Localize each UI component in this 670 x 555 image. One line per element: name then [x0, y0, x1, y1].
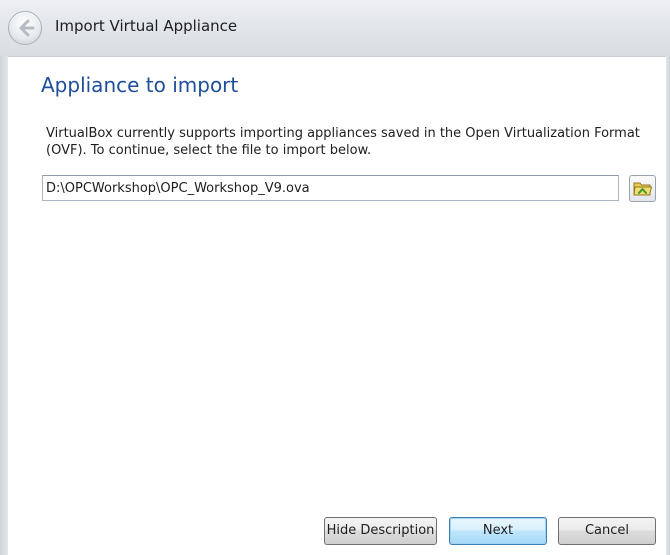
- page-title: Appliance to import: [41, 73, 239, 97]
- title-bar: Import Virtual Appliance: [0, 0, 670, 57]
- window-title: Import Virtual Appliance: [55, 17, 238, 35]
- hide-description-button[interactable]: Hide Description: [324, 517, 437, 545]
- cancel-button[interactable]: Cancel: [558, 517, 656, 545]
- back-button[interactable]: [8, 11, 42, 45]
- window-frame-right: [666, 56, 670, 555]
- page-description: VirtualBox currently supports importing …: [46, 126, 640, 158]
- wizard-page: Appliance to import VirtualBox currently…: [8, 57, 666, 555]
- file-path-input[interactable]: [42, 175, 619, 201]
- next-button[interactable]: Next: [449, 517, 547, 545]
- window-frame-left: [0, 56, 8, 555]
- back-arrow-icon: [19, 19, 35, 37]
- import-appliance-window: Import Virtual Appliance Appliance to im…: [0, 0, 670, 555]
- open-folder-icon: [633, 182, 653, 196]
- browse-file-button[interactable]: [629, 175, 656, 202]
